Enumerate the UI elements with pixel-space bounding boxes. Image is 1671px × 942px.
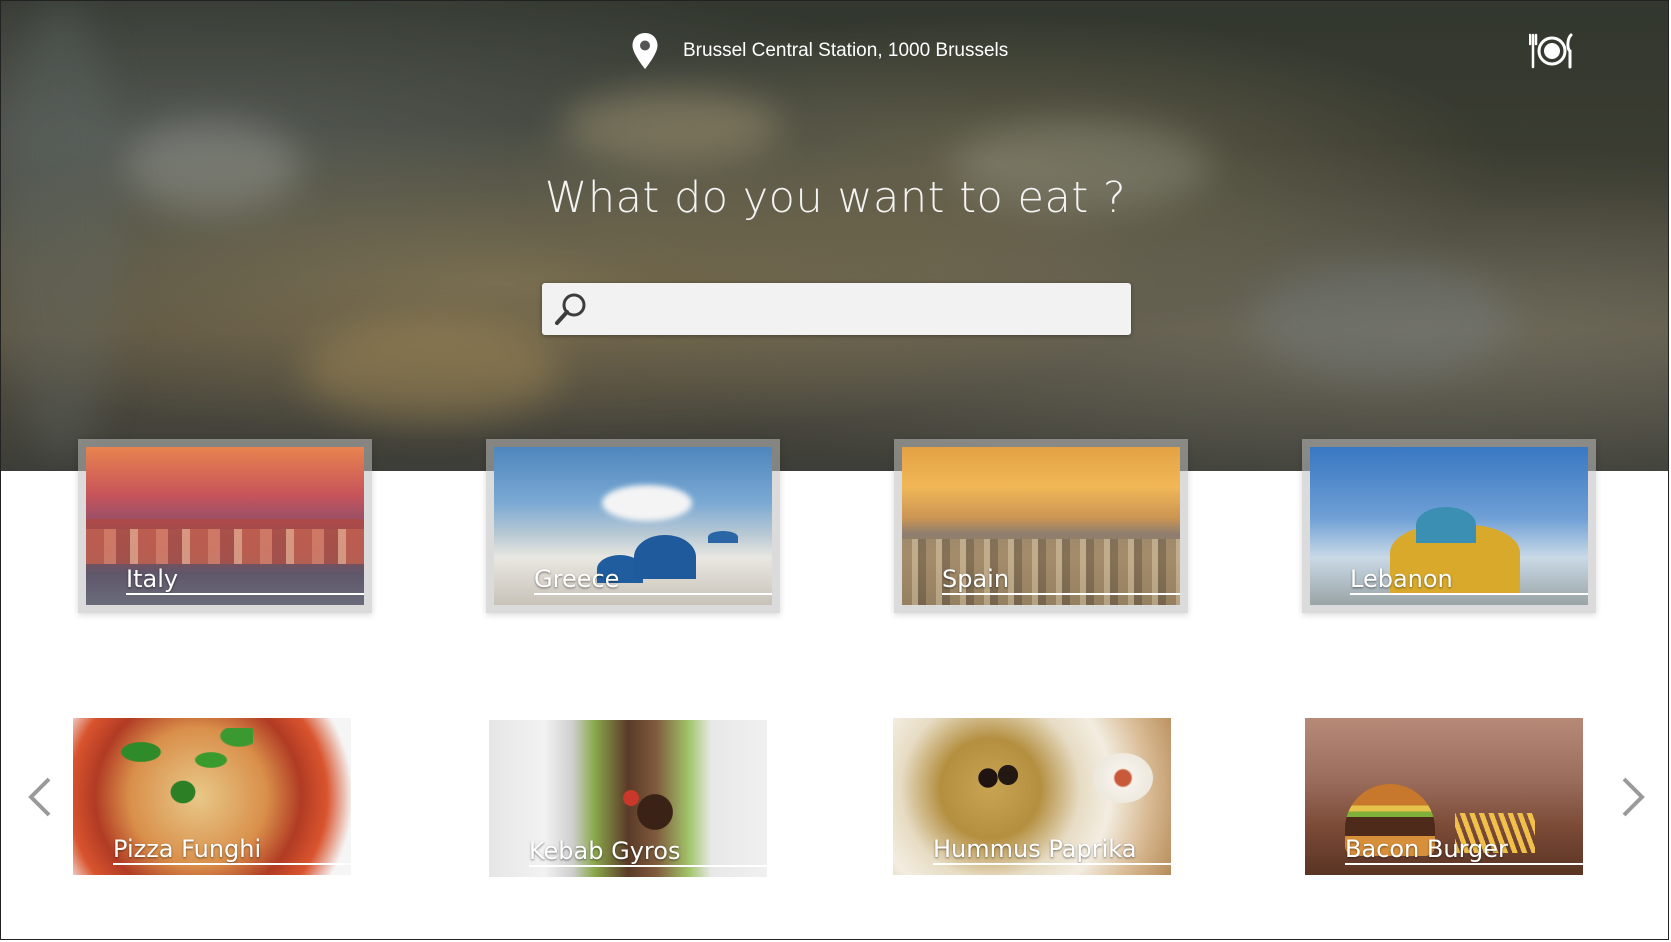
label-underline — [942, 593, 1180, 595]
label-underline — [113, 863, 351, 865]
dish-label: Kebab Gyros — [529, 837, 681, 865]
label-underline — [1350, 593, 1588, 595]
dish-label: Hummus Paprika — [933, 835, 1137, 863]
app-window: Brussel Central Station, 1000 Brussels W… — [0, 0, 1669, 940]
dish-card-hummus-paprika[interactable]: Hummus Paprika — [893, 718, 1171, 875]
country-label: Greece — [534, 565, 620, 593]
chevron-right-icon[interactable] — [1616, 771, 1652, 823]
search-bar[interactable] — [542, 283, 1131, 335]
hero-light — [1, 1, 121, 461]
chevron-left-icon[interactable] — [21, 771, 57, 823]
hero-banner — [1, 1, 1668, 471]
location-bar[interactable]: Brussel Central Station, 1000 Brussels — [631, 31, 1008, 71]
location-text: Brussel Central Station, 1000 Brussels — [683, 40, 1009, 61]
label-underline — [534, 593, 772, 595]
hero-light — [1251, 261, 1511, 381]
country-label: Lebanon — [1350, 565, 1453, 593]
plate-fork-knife-icon[interactable] — [1529, 31, 1575, 71]
dish-card-bacon-burger[interactable]: Bacon Burger — [1305, 718, 1583, 875]
country-label: Italy — [126, 565, 179, 593]
country-card-spain[interactable]: Spain — [894, 439, 1188, 613]
search-icon[interactable] — [552, 290, 590, 328]
dish-label: Pizza Funghi — [113, 835, 262, 863]
hero-light — [301, 321, 561, 421]
dish-card-kebab-gyros[interactable]: Kebab Gyros — [489, 720, 767, 877]
map-pin-icon — [632, 33, 658, 69]
label-underline — [126, 593, 364, 595]
country-card-italy[interactable]: Italy — [78, 439, 372, 613]
page-title: What do you want to eat ? — [544, 173, 1127, 223]
label-underline — [1345, 863, 1583, 865]
country-label: Spain — [942, 565, 1010, 593]
country-card-lebanon[interactable]: Lebanon — [1302, 439, 1596, 613]
label-underline — [529, 865, 767, 867]
label-underline — [933, 863, 1171, 865]
country-card-greece[interactable]: Greece — [486, 439, 780, 613]
search-input[interactable] — [590, 287, 1131, 331]
dish-card-pizza-funghi[interactable]: Pizza Funghi — [73, 718, 351, 875]
dish-label: Bacon Burger — [1345, 835, 1508, 863]
hero-light — [561, 91, 781, 161]
